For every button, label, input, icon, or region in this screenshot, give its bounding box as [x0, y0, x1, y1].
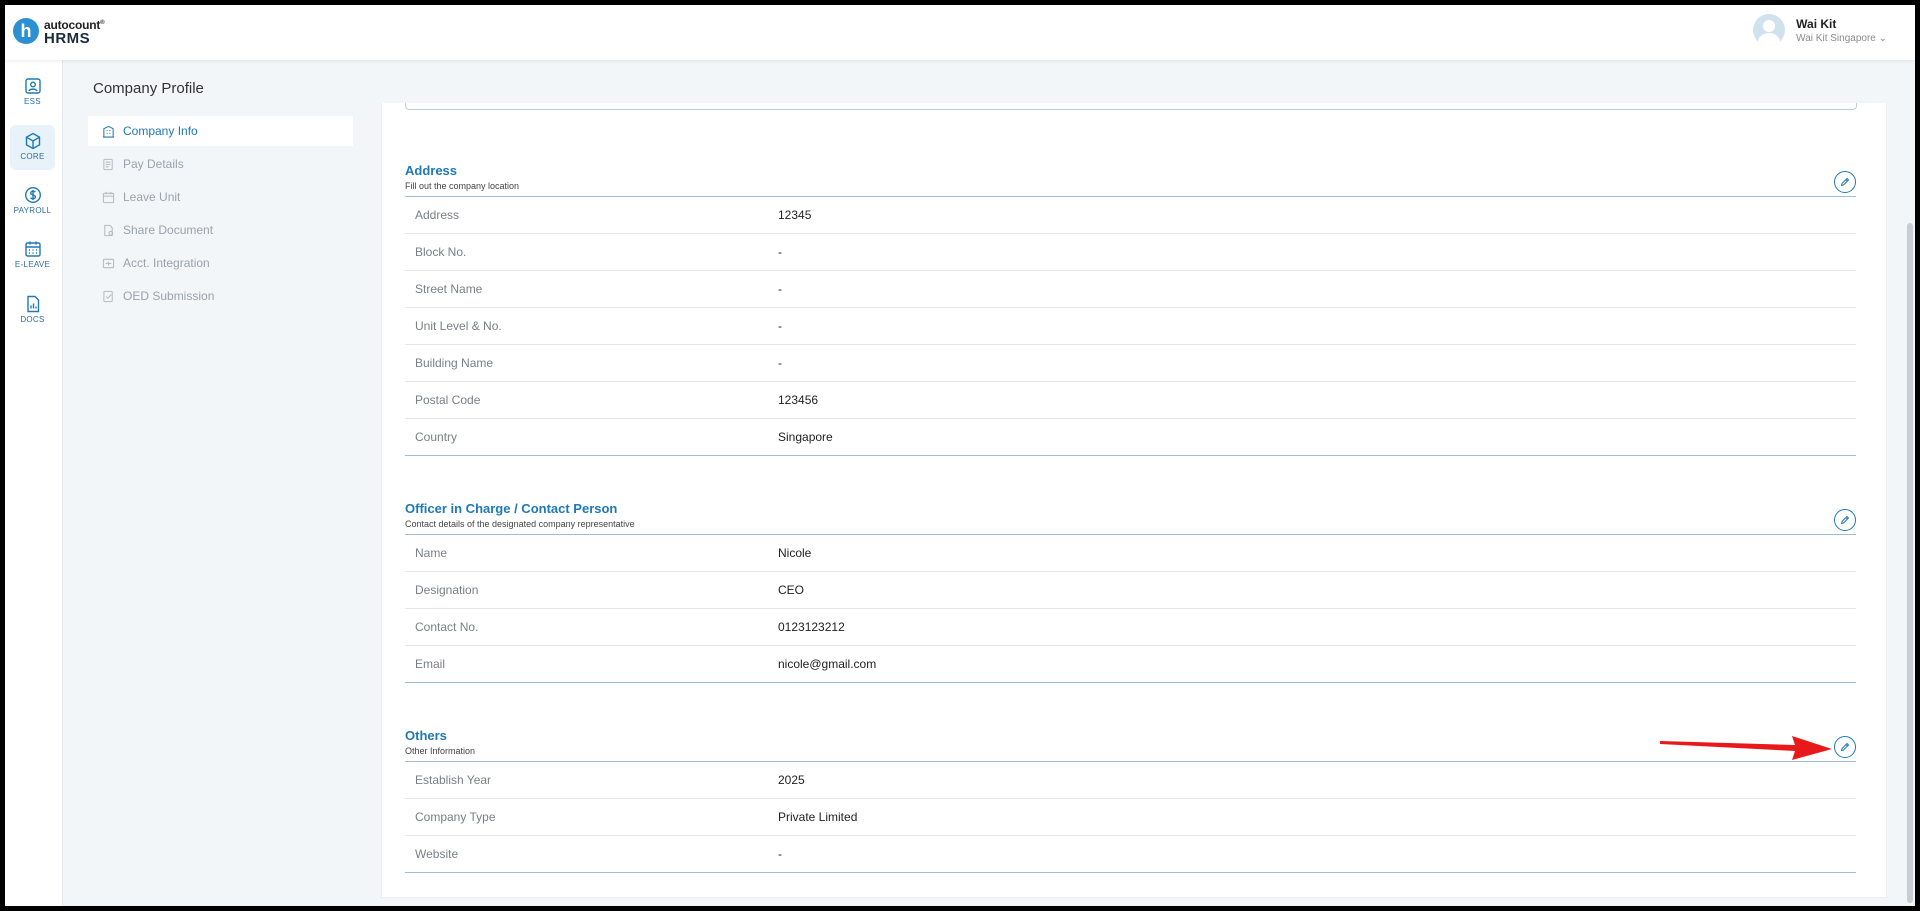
- page-scrollbar[interactable]: [1905, 63, 1913, 904]
- menu-item-company-info[interactable]: Company Info: [88, 116, 353, 146]
- rail-label: CORE: [20, 152, 45, 161]
- rail-label: ESS: [24, 97, 41, 106]
- menu-item-label: Leave Unit: [123, 190, 181, 204]
- menu-item-label: Share Document: [123, 223, 214, 237]
- table-row: Postal Code 123456: [405, 382, 1856, 419]
- table-row: Name Nicole: [405, 535, 1856, 572]
- edit-address-button[interactable]: [1834, 171, 1856, 193]
- table-row: Designation CEO: [405, 572, 1856, 609]
- app-logo[interactable]: h autocount® HRMS: [13, 17, 105, 47]
- edit-others-button[interactable]: [1834, 736, 1856, 758]
- scrollbar-thumb[interactable]: [1907, 223, 1913, 903]
- table-row: Address 12345: [405, 197, 1856, 234]
- dollar-icon: [24, 186, 41, 204]
- rail-item-ess[interactable]: ESS: [10, 70, 55, 115]
- calendar-unit-icon: [102, 191, 115, 203]
- officer-section: Officer in Charge / Contact Person Conta…: [405, 501, 1856, 683]
- avatar: [1753, 14, 1786, 46]
- company-profile-menu: Company Info Pay Details Leave Unit Shar…: [88, 116, 353, 314]
- table-row: Unit Level & No. -: [405, 308, 1856, 345]
- logo-mark: h: [13, 18, 39, 44]
- user-company: Wai Kit Singapore ⌄: [1796, 32, 1887, 44]
- menu-item-label: Company Info: [123, 124, 198, 138]
- company-info-panel: Address Fill out the company location Ad…: [381, 103, 1887, 898]
- logo-brand-mark: ®: [100, 20, 105, 26]
- others-section: Others Other Information Establish Year 2…: [405, 728, 1856, 873]
- previous-section-box: [405, 103, 1857, 110]
- table-row: Country Singapore: [405, 419, 1856, 456]
- section-subtitle: Fill out the company location: [405, 181, 520, 191]
- share-doc-icon: [104, 224, 114, 236]
- annotation-arrow: [1660, 736, 1832, 760]
- menu-item-label: Pay Details: [123, 157, 184, 171]
- calendar-icon: [24, 241, 41, 257]
- menu-item-share-document[interactable]: Share Document: [88, 215, 353, 245]
- table-row: Email nicole@gmail.com: [405, 646, 1856, 683]
- rail-label: DOCS: [20, 315, 45, 324]
- pencil-icon: [1840, 742, 1850, 752]
- page-title: Company Profile: [93, 80, 204, 97]
- rail-label: E-LEAVE: [14, 260, 51, 269]
- table-row: Company Type Private Limited: [405, 799, 1856, 836]
- table-row: Establish Year 2025: [405, 762, 1856, 799]
- rail-item-payroll[interactable]: PAYROLL: [10, 179, 55, 224]
- menu-item-leave-unit[interactable]: Leave Unit: [88, 182, 353, 212]
- rail-item-e-leave[interactable]: E-LEAVE: [10, 233, 55, 278]
- rail-label: PAYROLL: [13, 206, 52, 215]
- app-window: h autocount® HRMS Wai Kit Wai Kit Singap…: [5, 5, 1915, 906]
- table-row: Block No. -: [405, 234, 1856, 271]
- pencil-icon: [1840, 515, 1850, 525]
- section-subtitle: Contact details of the designated compan…: [405, 519, 635, 529]
- section-title: Address: [405, 163, 458, 178]
- top-bar: h autocount® HRMS Wai Kit Wai Kit Singap…: [5, 5, 1915, 60]
- pencil-icon: [1840, 177, 1850, 187]
- menu-item-oed-submission[interactable]: OED Submission: [88, 281, 353, 311]
- pay-icon: [103, 158, 113, 170]
- table-row: Building Name -: [405, 345, 1856, 382]
- id-card-icon: [24, 78, 41, 94]
- section-title: Officer in Charge / Contact Person: [405, 501, 618, 516]
- section-subtitle: Other Information: [405, 746, 476, 756]
- module-rail: ESS CORE PAYROLL E-LEAVE DOCS: [5, 60, 63, 906]
- address-section: Address Fill out the company location Ad…: [405, 163, 1856, 456]
- table-row: Contact No. 0123123212: [405, 609, 1856, 646]
- table-row: Website -: [405, 836, 1856, 873]
- integration-icon: [102, 258, 115, 268]
- logo-product: HRMS: [44, 30, 91, 47]
- menu-item-pay-details[interactable]: Pay Details: [88, 149, 353, 179]
- table-row: Street Name -: [405, 271, 1856, 308]
- rail-item-docs[interactable]: DOCS: [10, 288, 55, 333]
- document-chart-icon: [26, 295, 39, 313]
- menu-item-label: OED Submission: [123, 289, 215, 303]
- section-title: Others: [405, 728, 447, 743]
- building-icon: [102, 125, 115, 138]
- user-menu[interactable]: Wai Kit Wai Kit Singapore ⌄: [1753, 14, 1887, 46]
- edit-officer-button[interactable]: [1834, 509, 1856, 531]
- submission-icon: [103, 290, 113, 302]
- rail-item-core[interactable]: CORE: [10, 125, 55, 170]
- user-name: Wai Kit: [1796, 16, 1837, 31]
- cube-icon: [25, 132, 40, 150]
- menu-item-label: Acct. Integration: [123, 256, 210, 270]
- menu-item-acct-integration[interactable]: Acct. Integration: [88, 248, 353, 278]
